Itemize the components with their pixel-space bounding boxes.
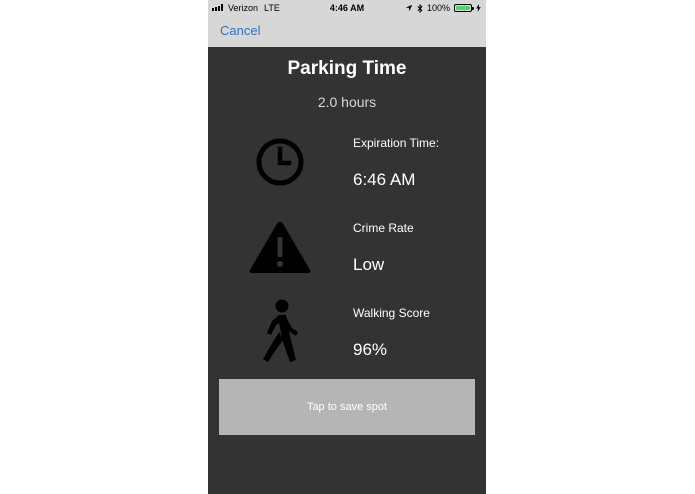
expiration-time-label: Expiration Time: <box>353 136 440 150</box>
parking-duration: 2.0 hours <box>317 94 377 110</box>
bluetooth-icon <box>417 3 423 13</box>
expiration-time-value: 6:46 AM <box>353 170 416 189</box>
walking-score-row: Walking Score 96% <box>208 298 486 378</box>
location-arrow-icon <box>405 4 413 12</box>
battery-level-fill <box>456 6 470 10</box>
clock-icon <box>256 138 304 186</box>
crime-rate-row: Crime Rate Low <box>208 213 486 293</box>
expiration-time-row: Expiration Time: 6:46 AM <box>208 128 486 208</box>
save-spot-button[interactable]: Tap to save spot <box>219 379 475 435</box>
navigation-bar: Verizon LTE 4:46 AM 100% Cancel <box>208 0 486 47</box>
walking-score-value: 96% <box>353 340 388 359</box>
status-right-group: 100% <box>405 0 481 16</box>
crime-rate-label: Crime Rate <box>353 221 414 235</box>
warning-triangle-icon <box>249 222 311 273</box>
battery-percent: 100% <box>426 3 450 13</box>
crime-rate-value: Low <box>353 255 385 274</box>
charging-bolt-icon <box>476 4 481 12</box>
battery-icon <box>454 4 474 12</box>
walking-person-icon <box>263 299 298 362</box>
status-bar: Verizon LTE 4:46 AM 100% <box>208 0 486 16</box>
page-title: Parking Time <box>287 58 407 79</box>
cancel-button[interactable]: Cancel <box>220 23 260 38</box>
walking-score-label: Walking Score <box>353 306 430 320</box>
app-screen: Verizon LTE 4:46 AM 100% Cancel Parking … <box>208 0 486 494</box>
